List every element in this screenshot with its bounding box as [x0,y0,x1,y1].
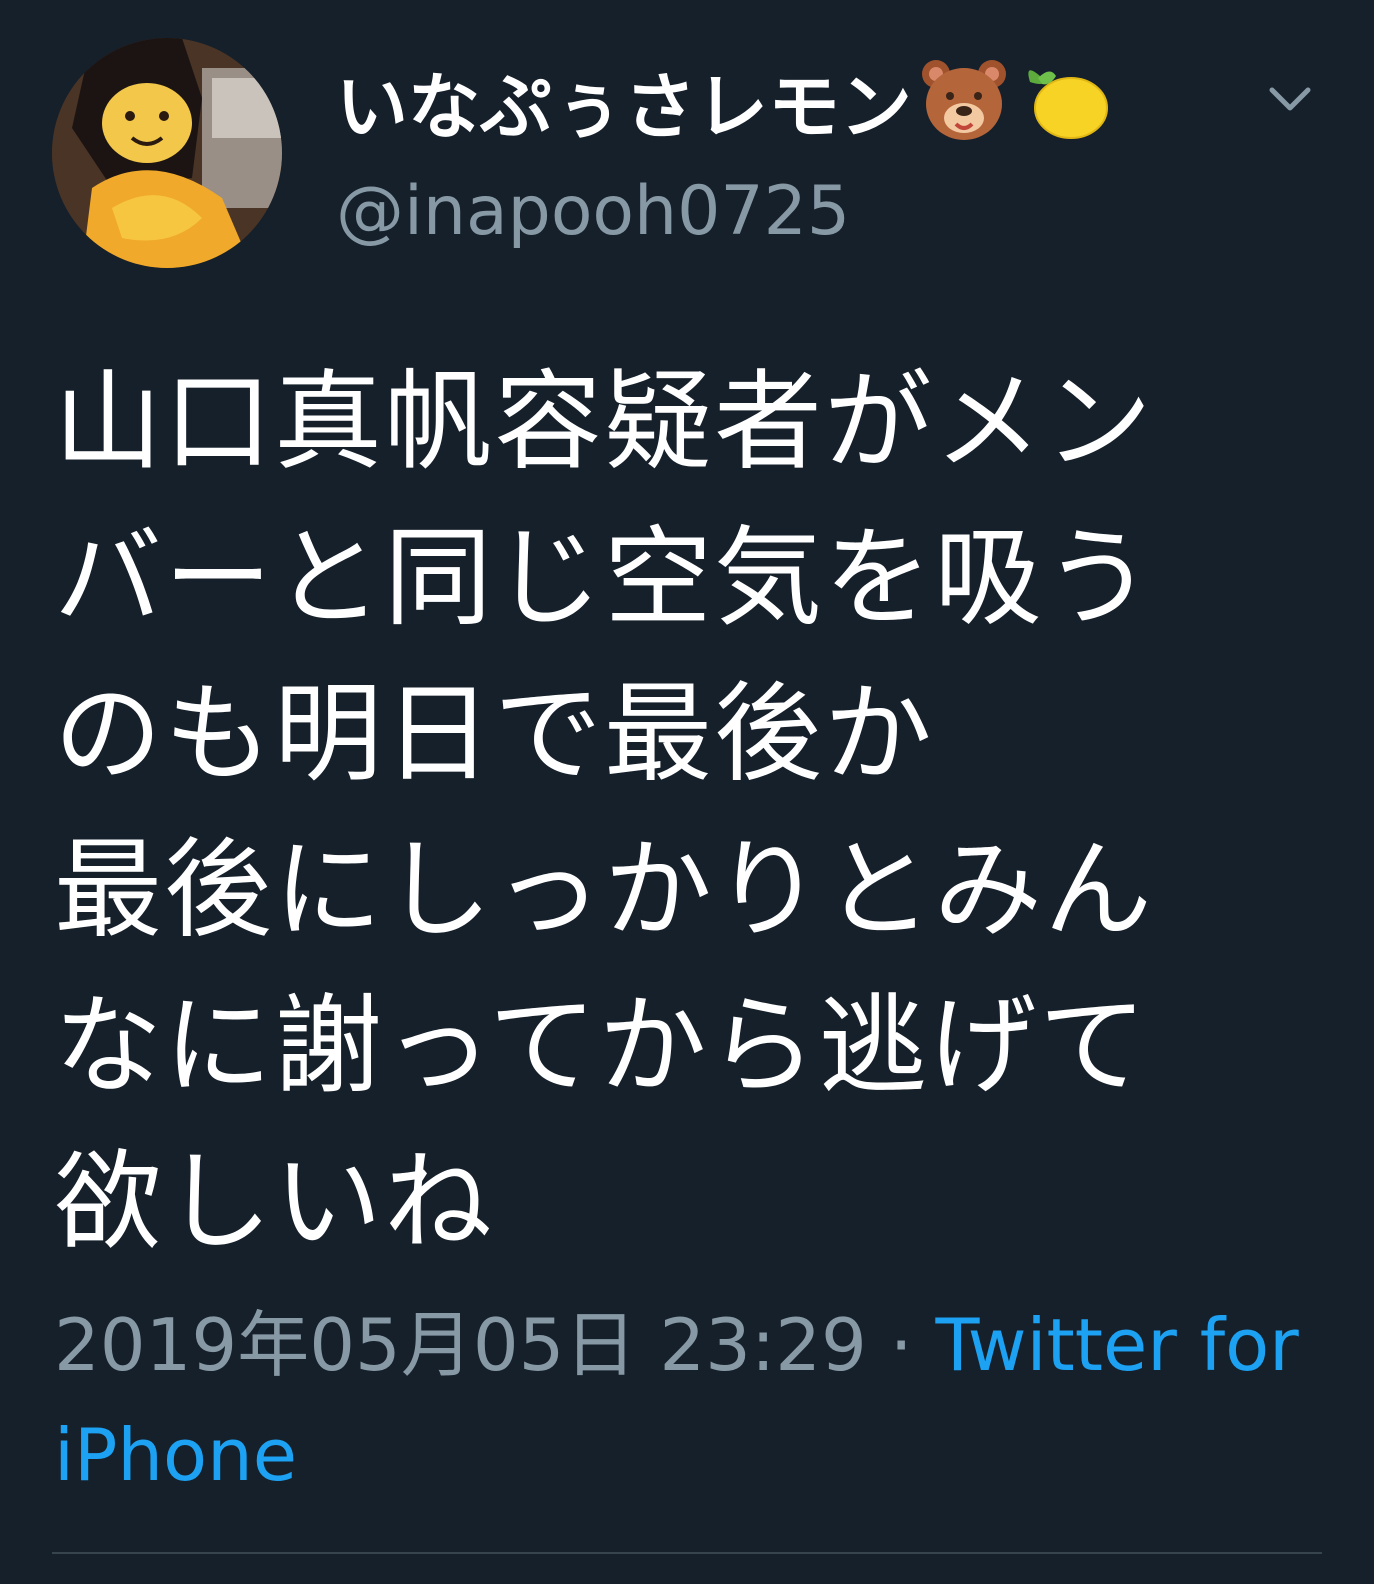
author-display-name[interactable]: いなぷぅさレモン [336,50,1112,150]
divider [52,1552,1322,1554]
bear-face-icon [916,52,1012,148]
tweet-text-line: なに謝ってから逃げて [54,984,1149,1109]
tweet-text-line: 最後にしっかりとみん [54,828,1155,953]
avatar[interactable] [52,38,282,268]
tweet-timestamp[interactable]: 2019年05月05日 23:29 [54,1303,867,1387]
chevron-down-icon [1269,87,1311,111]
tweet-detail: いなぷぅさレモン @inapooh0725 山口真帆容疑者がメン バーと同じ空気… [0,0,1374,1584]
tweet-body: 山口真帆容疑者がメン バーと同じ空気を吸う のも明日で最後か 最後にしっかりとみ… [54,345,1294,1281]
tweet-text-line: 欲しいね [54,1140,495,1265]
tweet-text-line: のも明日で最後か [54,672,935,797]
tweet-metadata: 2019年05月05日 23:29 · Twitter for iPhone [54,1290,1314,1510]
tweet-text-line: 山口真帆容疑者がメン [54,360,1155,485]
lemon-icon [1016,52,1112,148]
display-name-text: いなぷぅさレモン [336,64,913,149]
tweet-text-line: バーと同じ空気を吸う [54,516,1155,641]
meta-separator: · [866,1303,936,1387]
avatar-photo-icon [52,38,282,268]
author-handle[interactable]: @inapooh0725 [336,172,850,252]
tweet-options-button[interactable] [1266,80,1314,120]
